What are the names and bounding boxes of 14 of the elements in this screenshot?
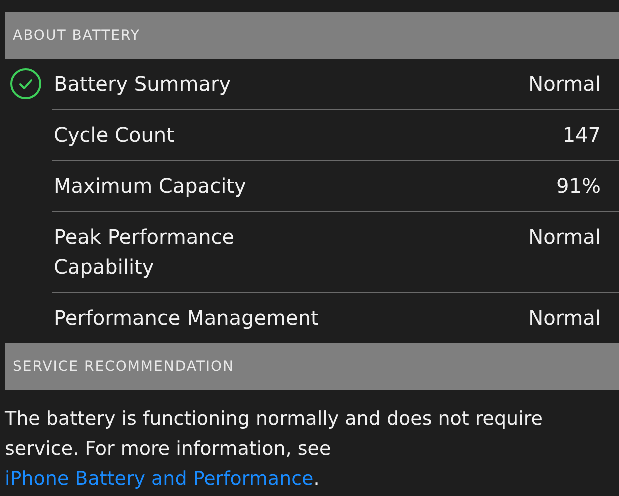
section-header: ABOUT BATTERY: [5, 12, 619, 59]
row-value: 91%: [556, 173, 601, 200]
row-value: Normal: [528, 224, 601, 251]
row-label: Battery Summary: [54, 71, 232, 98]
row-label: Maximum Capacity: [54, 173, 246, 200]
battery-link[interactable]: iPhone Battery and Performance: [5, 468, 314, 490]
row-label: Performance Management: [54, 305, 319, 332]
row-value: Normal: [528, 71, 601, 98]
section-header: SERVICE RECOMMENDATION: [5, 343, 619, 390]
row-label: Peak Performance Capability: [54, 224, 236, 281]
row-value: 147: [562, 122, 601, 149]
recommendation-text: The battery is functioning normally and does not require service. For more information, see iPhone Battery and Performance.: [5, 407, 544, 492]
row-label: Cycle Count: [54, 122, 174, 149]
row-value: Normal: [528, 305, 601, 332]
